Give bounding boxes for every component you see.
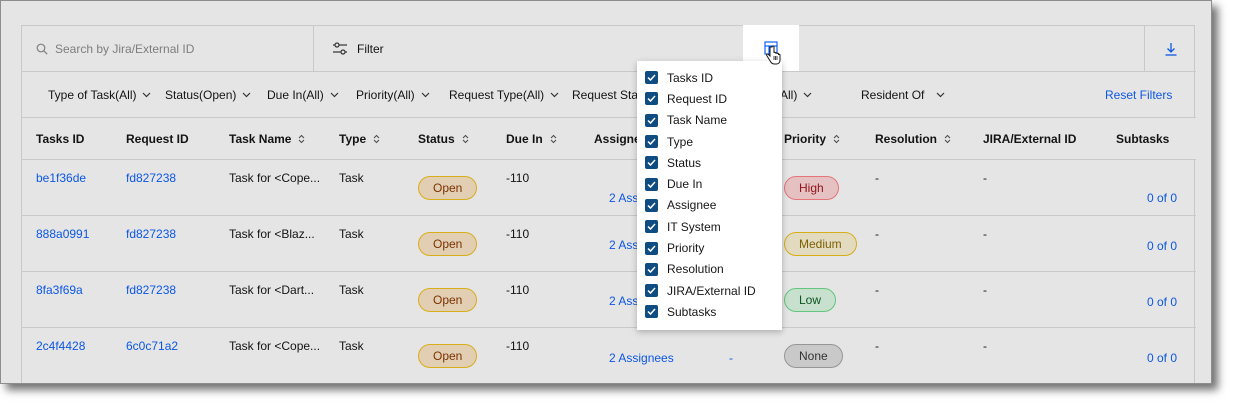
checkbox-checked-icon[interactable] [645, 220, 658, 234]
checkbox-checked-icon[interactable] [645, 284, 658, 298]
column-option-status[interactable]: Status [637, 152, 782, 173]
column-option-tasks-id[interactable]: Tasks ID [637, 67, 782, 88]
hand-pointer-icon [766, 45, 781, 65]
column-option-jira-external-id[interactable]: JIRA/External ID [637, 280, 782, 301]
column-visibility-menu: Tasks ID Request ID Task Name Type Statu… [637, 61, 782, 330]
checkbox-checked-icon[interactable] [645, 262, 658, 276]
column-option-resolution[interactable]: Resolution [637, 259, 782, 280]
modal-overlay[interactable] [1, 1, 1211, 383]
checkbox-checked-icon[interactable] [645, 156, 658, 170]
app-window: Filter Type of Task(All) Status(Open) Du… [0, 0, 1212, 384]
column-option-task-name[interactable]: Task Name [637, 110, 782, 131]
checkbox-checked-icon[interactable] [645, 305, 658, 319]
column-option-priority[interactable]: Priority [637, 237, 782, 258]
checkbox-checked-icon[interactable] [645, 113, 658, 127]
column-option-it-system[interactable]: IT System [637, 216, 782, 237]
column-option-due-in[interactable]: Due In [637, 173, 782, 194]
column-option-assignee[interactable]: Assignee [637, 195, 782, 216]
column-option-request-id[interactable]: Request ID [637, 88, 782, 109]
checkbox-checked-icon[interactable] [645, 177, 658, 191]
checkbox-checked-icon[interactable] [645, 71, 658, 85]
column-option-type[interactable]: Type [637, 131, 782, 152]
checkbox-checked-icon[interactable] [645, 92, 658, 106]
checkbox-checked-icon[interactable] [645, 241, 658, 255]
column-option-subtasks[interactable]: Subtasks [637, 301, 782, 322]
checkbox-checked-icon[interactable] [645, 198, 658, 212]
checkbox-checked-icon[interactable] [645, 135, 658, 149]
